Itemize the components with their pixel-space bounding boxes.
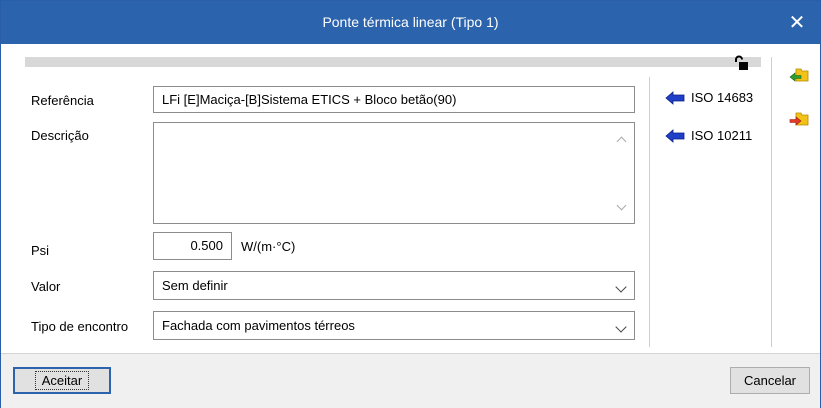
- psi-label: Psi: [31, 243, 50, 258]
- accept-button[interactable]: Aceitar: [13, 367, 111, 394]
- cancel-button[interactable]: Cancelar: [730, 367, 810, 394]
- tipo-encontro-label: Tipo de encontro: [31, 319, 129, 334]
- psi-input[interactable]: 0.500: [153, 232, 232, 260]
- divider: [649, 77, 650, 347]
- valor-selected: Sem definir: [162, 278, 228, 293]
- valor-select[interactable]: Sem definir: [153, 271, 635, 300]
- unlocked-padlock-icon[interactable]: [733, 55, 749, 71]
- referencia-label: Referência: [31, 93, 94, 108]
- tipo-encontro-select[interactable]: Fachada com pavimentos térreos: [153, 311, 635, 340]
- iso-14683-label: ISO 14683: [691, 90, 754, 105]
- accept-label: Aceitar: [34, 371, 90, 390]
- descricao-label: Descrição: [31, 128, 89, 143]
- blue-left-arrow-icon: [665, 90, 685, 105]
- chevron-down-icon: [615, 321, 627, 333]
- iso-10211-label: ISO 10211: [691, 128, 753, 143]
- import-icon[interactable]: [789, 67, 809, 83]
- dialog-footer: Aceitar Cancelar: [1, 353, 820, 408]
- chevron-down-icon: [615, 281, 627, 293]
- psi-unit: W/(m·°C): [241, 239, 296, 254]
- iso-10211-link[interactable]: ISO 10211: [665, 128, 752, 143]
- scroll-up-icon[interactable]: [616, 136, 627, 147]
- close-button[interactable]: ✕: [774, 1, 820, 44]
- descricao-textarea[interactable]: [153, 122, 635, 224]
- window-title: Ponte térmica linear (Tipo 1): [322, 14, 499, 30]
- dialog-window: Ponte térmica linear (Tipo 1) ✕ Referênc…: [0, 0, 821, 408]
- valor-label: Valor: [31, 279, 61, 294]
- referencia-input[interactable]: LFi [E]Maciça-[B]Sistema ETICS + Bloco b…: [153, 86, 635, 113]
- scroll-down-icon[interactable]: [616, 200, 627, 211]
- tipo-encontro-selected: Fachada com pavimentos térreos: [162, 318, 355, 333]
- title-bar[interactable]: Ponte térmica linear (Tipo 1) ✕: [1, 1, 820, 44]
- header-strip: [25, 57, 761, 67]
- close-icon: ✕: [788, 12, 806, 34]
- export-icon[interactable]: [789, 111, 809, 127]
- cancel-label: Cancelar: [743, 373, 797, 388]
- iso-14683-link[interactable]: ISO 14683: [665, 90, 753, 105]
- divider: [771, 57, 772, 347]
- blue-left-arrow-icon: [665, 128, 685, 143]
